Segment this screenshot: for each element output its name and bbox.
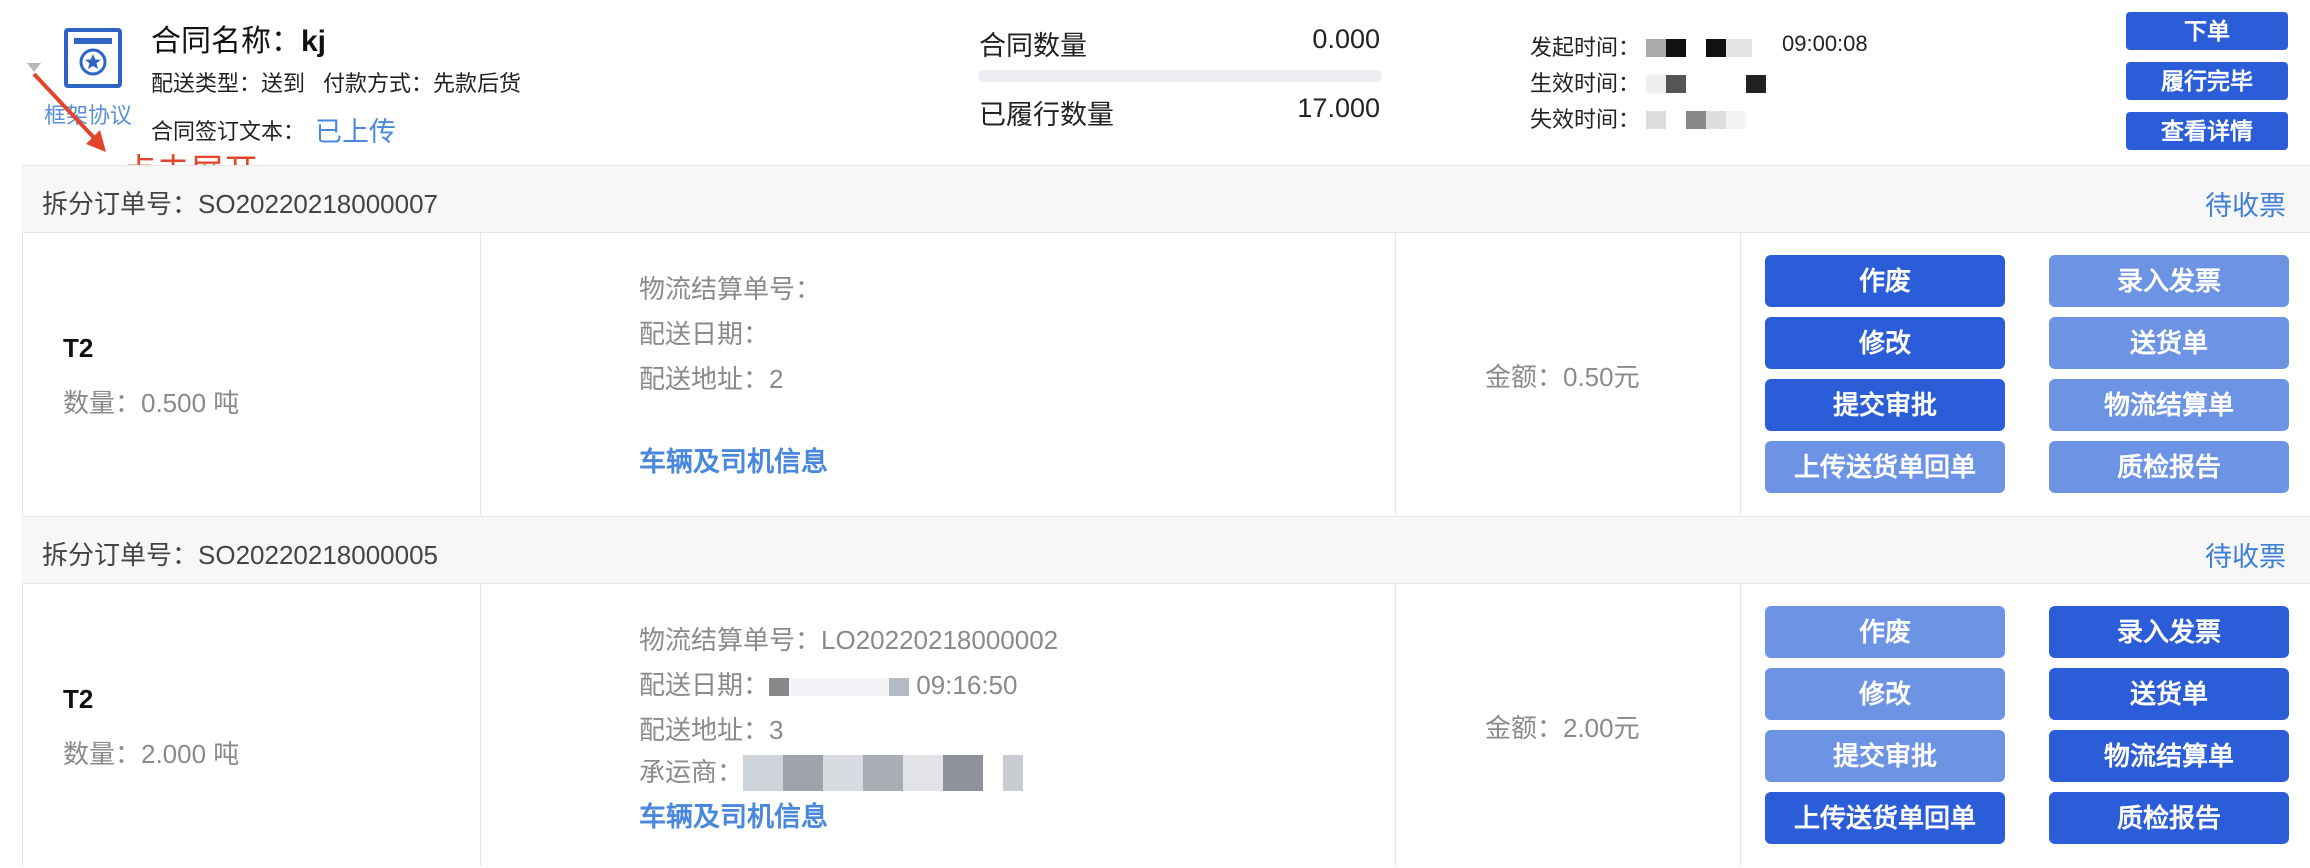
contract-name-value: kj <box>301 25 327 58</box>
upload-receipt-button[interactable]: 上传送货单回单 <box>1765 792 2005 844</box>
settlement-number: 物流结算单号： <box>639 274 822 304</box>
effective-time-row: 生效时间： <box>1530 66 1767 98</box>
annotation-arrow-icon <box>32 72 106 152</box>
delivery-address: 配送地址：2 <box>639 364 784 394</box>
fulfilled-quantity-value: 17.000 <box>1297 93 1380 123</box>
void-button[interactable]: 作废 <box>1765 255 2005 307</box>
expire-time-label: 失效时间： <box>1530 107 1641 132</box>
contract-name: 合同名称：kj <box>151 16 326 60</box>
submit-approval-button[interactable]: 提交审批 <box>1765 730 2005 782</box>
delivery-date: 配送日期： 09:16:50 <box>639 670 1018 700</box>
enter-invoice-button[interactable]: 录入发票 <box>2049 255 2289 307</box>
fulfilled-quantity-label: 已履行数量 <box>979 100 1114 130</box>
start-time-row: 发起时间： 09:00:08 <box>1530 30 1868 62</box>
expire-time-row: 失效时间： <box>1530 102 1747 134</box>
sign-text-uploaded-link[interactable]: 已上传 <box>315 117 396 147</box>
order-amount: 金额：0.50元 <box>1485 362 1640 392</box>
split-order-body: T2 数量：0.500 吨 物流结算单号： 配送日期： 配送地址：2 车辆及司机… <box>22 233 2310 515</box>
contract-name-label: 合同名称： <box>151 25 301 58</box>
delivery-note-button[interactable]: 送货单 <box>2049 317 2289 369</box>
quality-report-button[interactable]: 质检报告 <box>2049 441 2289 493</box>
vehicle-driver-info-link[interactable]: 车辆及司机信息 <box>639 795 828 834</box>
product-quantity: 数量：2.000 吨 <box>63 739 240 769</box>
split-order-number: 拆分订单号：SO20220218000007 <box>42 189 439 219</box>
contract-quantity-label: 合同数量 <box>979 31 1087 61</box>
fulfillment-progress-bar <box>978 70 1382 82</box>
split-order-header: 拆分订单号：SO20220218000007 待收票 <box>22 165 2310 233</box>
delivery-date: 配送日期： <box>639 319 770 349</box>
logistics-settlement-button[interactable]: 物流结算单 <box>2049 730 2289 782</box>
void-button[interactable]: 作废 <box>1765 606 2005 658</box>
delivery-type-value: 送到 <box>261 71 306 96</box>
product-name: T2 <box>63 684 94 714</box>
split-order-status-link[interactable]: 待收票 <box>2205 184 2286 223</box>
edit-button[interactable]: 修改 <box>1765 317 2005 369</box>
split-order-status-link[interactable]: 待收票 <box>2205 535 2286 574</box>
order-amount: 金额：2.00元 <box>1485 713 1640 743</box>
product-quantity: 数量：0.500 吨 <box>63 388 240 418</box>
delivery-note-button[interactable]: 送货单 <box>2049 668 2289 720</box>
logistics-settlement-button[interactable]: 物流结算单 <box>2049 379 2289 431</box>
vehicle-driver-info-link[interactable]: 车辆及司机信息 <box>639 440 828 479</box>
split-order-number: 拆分订单号：SO20220218000005 <box>42 540 439 570</box>
split-order-body: T2 数量：2.000 吨 物流结算单号：LO20220218000002 配送… <box>22 584 2310 866</box>
submit-approval-button[interactable]: 提交审批 <box>1765 379 2005 431</box>
start-time-value: 09:00:08 <box>1782 31 1868 56</box>
settlement-number: 物流结算单号：LO20220218000002 <box>639 625 1059 655</box>
contract-quantity-value: 0.000 <box>1312 24 1380 54</box>
place-order-button[interactable]: 下单 <box>2126 12 2288 50</box>
upload-receipt-button[interactable]: 上传送货单回单 <box>1765 441 2005 493</box>
sign-text-label: 合同签订文本： <box>151 119 306 144</box>
effective-time-label: 生效时间： <box>1530 71 1641 96</box>
enter-invoice-button[interactable]: 录入发票 <box>2049 606 2289 658</box>
product-name: T2 <box>63 333 94 363</box>
start-time-label: 发起时间： <box>1530 35 1641 60</box>
view-details-button[interactable]: 查看详情 <box>2126 112 2288 150</box>
payment-label: 付款方式： <box>323 71 434 96</box>
quality-report-button[interactable]: 质检报告 <box>2049 792 2289 844</box>
carrier: 承运商： <box>639 752 1024 791</box>
delivery-type-label: 配送类型： <box>151 71 262 96</box>
fulfillment-complete-button[interactable]: 履行完毕 <box>2126 62 2288 100</box>
contract-header: 框架协议 合同名称：kj 配送类型：送到 付款方式：先款后货 合同签订文本： 已上传… <box>0 0 2310 191</box>
split-order-header: 拆分订单号：SO20220218000005 待收票 <box>22 516 2310 584</box>
edit-button[interactable]: 修改 <box>1765 668 2005 720</box>
contract-delivery-payment: 配送类型：送到 付款方式：先款后货 <box>151 66 521 98</box>
delivery-address: 配送地址：3 <box>639 715 784 745</box>
payment-value: 先款后货 <box>433 71 522 96</box>
